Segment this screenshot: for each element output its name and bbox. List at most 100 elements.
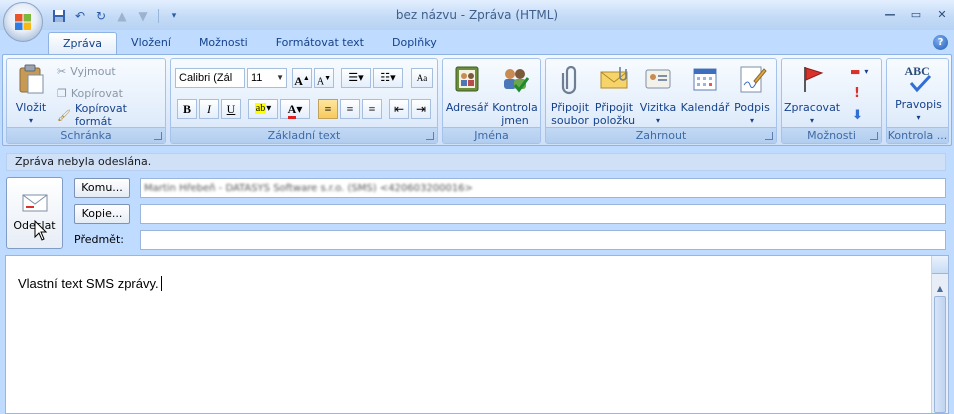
arrow-down-icon: ⬇ [852, 107, 863, 123]
text-caret [160, 276, 162, 291]
scissors-icon: ✂ [57, 64, 67, 78]
maximize-icon[interactable]: ▭ [908, 6, 924, 22]
options-launcher-icon[interactable] [870, 132, 878, 140]
attach-item-button[interactable]: Připojit položku [592, 63, 636, 127]
signature-label: Podpis [734, 101, 770, 114]
vertical-scrollbar[interactable]: ▲ [931, 256, 948, 413]
tab-options[interactable]: Možnosti [185, 32, 262, 54]
help-icon[interactable]: ? [933, 35, 948, 50]
format-painter-label: Kopírovat formát [74, 102, 127, 128]
categorize-button[interactable]: ▬ ▾ [850, 61, 868, 81]
calendar-button[interactable]: Kalendář [680, 63, 730, 114]
subject-field[interactable] [140, 230, 946, 250]
font-color-button[interactable]: A▾ [280, 99, 310, 119]
spelling-dropdown-icon[interactable]: ▾ [891, 111, 946, 124]
to-field[interactable]: Martin Hřebeň - DATASYS Software s.r.o. … [140, 178, 946, 198]
address-book-label: Adresář [445, 101, 489, 114]
underline-button[interactable]: U [221, 99, 241, 119]
close-icon[interactable]: ✕ [934, 6, 950, 22]
align-center-button[interactable]: ≡ [340, 99, 360, 119]
format-painter-button[interactable]: 🖌 Kopírovat formát [57, 102, 165, 128]
high-importance-button[interactable]: ! [854, 83, 860, 103]
ruler-toggle-icon[interactable] [932, 256, 948, 274]
subject-label: Předmět: [74, 233, 124, 246]
group-label-clipboard: Schránka [7, 127, 165, 143]
bold-button[interactable]: B [177, 99, 197, 119]
message-body[interactable]: Vlastní text SMS zprávy. ▲ [5, 255, 949, 414]
cut-label: Vyjmout [70, 64, 116, 78]
increase-indent-button[interactable]: ⇥ [411, 99, 431, 119]
tab-insert[interactable]: Vložení [117, 32, 185, 54]
check-names-label-2: jmen [501, 114, 529, 127]
address-book-button[interactable]: Adresář [445, 63, 489, 114]
chevron-down-icon: ▼ [276, 73, 284, 82]
bullets-button[interactable]: ☰▾ [341, 68, 371, 88]
clipboard-launcher-icon[interactable] [154, 132, 162, 140]
body-text: Vlastní text SMS zprávy. [18, 276, 159, 291]
cut-button[interactable]: ✂ Vyjmout [57, 61, 116, 81]
calendar-icon [693, 68, 717, 91]
attach-file-button[interactable]: Připojit soubor [548, 63, 592, 127]
group-label-proofing: Kontrola ... [887, 127, 948, 143]
format-painter-icon: 🖌 [57, 108, 71, 122]
ribbon-tabs: Zpráva Vložení Možnosti Formátovat text … [48, 32, 451, 54]
font-name-select[interactable]: Calibri (Zál [175, 68, 245, 88]
tab-format-text[interactable]: Formátovat text [262, 32, 378, 54]
scroll-thumb[interactable] [934, 296, 946, 413]
grow-font-button[interactable]: A▲ [292, 68, 312, 88]
business-card-button[interactable]: Vizitka ▾ [638, 63, 678, 127]
paste-dropdown-icon[interactable]: ▾ [11, 114, 51, 127]
styles-button[interactable]: Aa [411, 68, 433, 88]
highlight-button[interactable]: ab▾ [248, 99, 278, 119]
basic-text-launcher-icon[interactable] [426, 132, 434, 140]
tab-message[interactable]: Zpráva [48, 32, 118, 54]
font-size-select[interactable]: 11 ▼ [247, 68, 287, 88]
spelling-label: Pravopis [895, 98, 942, 111]
follow-up-button[interactable]: Zpracovat ▾ [784, 63, 840, 127]
paperclip-icon [561, 65, 577, 95]
group-label-options: Možnosti [782, 127, 881, 143]
cc-button[interactable]: Kopie... [74, 204, 130, 224]
copy-icon: ❐ [57, 86, 67, 100]
follow-up-dropdown-icon[interactable]: ▾ [784, 114, 840, 127]
align-right-button[interactable]: ≡ [362, 99, 382, 119]
check-names-button[interactable]: Kontrola jmen [491, 63, 539, 127]
group-proofing: ABC Pravopis ▾ Kontrola ... [886, 58, 949, 144]
numbering-button[interactable]: ☷▾ [373, 68, 403, 88]
align-left-button[interactable]: ≡ [318, 99, 338, 119]
business-card-icon [645, 69, 671, 89]
scroll-up-icon[interactable]: ▲ [932, 280, 948, 297]
spelling-button[interactable]: ABC Pravopis ▾ [891, 63, 946, 124]
office-button[interactable] [3, 2, 43, 42]
paste-button[interactable]: Vložit ▾ [11, 63, 51, 127]
signature-icon [740, 66, 767, 93]
group-label-basic-text: Základní text [171, 127, 437, 143]
group-label-include: Zahrnout [546, 127, 776, 143]
business-card-dropdown-icon[interactable]: ▾ [638, 114, 678, 127]
group-clipboard: Vložit ▾ ✂ Vyjmout ❐ Kopírovat 🖌 Kopírov… [6, 58, 166, 144]
attach-file-label-1: Připojit [550, 101, 590, 114]
signature-dropdown-icon[interactable]: ▾ [732, 114, 772, 127]
group-names: Adresář Kontrola jmen Jména [442, 58, 541, 144]
signature-button[interactable]: Podpis ▾ [732, 63, 772, 127]
categorize-icon: ▬ [850, 64, 861, 78]
include-launcher-icon[interactable] [765, 132, 773, 140]
group-label-names: Jména [443, 127, 540, 143]
group-basic-text: Calibri (Zál 11 ▼ A▲ A▼ ☰▾ ☷▾ Aa B I U a… [170, 58, 438, 144]
to-button[interactable]: Komu... [74, 178, 130, 198]
shrink-font-button[interactable]: A▼ [314, 68, 334, 88]
tab-add-ins[interactable]: Doplňky [378, 32, 451, 54]
italic-button[interactable]: I [199, 99, 219, 119]
decrease-indent-button[interactable]: ⇤ [389, 99, 409, 119]
font-color-icon: A [287, 102, 297, 119]
copy-button[interactable]: ❐ Kopírovat [57, 83, 123, 103]
spelling-icon: ABC [903, 63, 935, 95]
send-mail-icon [22, 194, 47, 212]
cc-field[interactable] [140, 204, 946, 224]
mouse-cursor-icon [34, 220, 48, 241]
minimize-icon[interactable]: — [882, 6, 898, 22]
to-field-value: Martin Hřebeň - DATASYS Software s.r.o. … [144, 183, 473, 194]
flag-icon [804, 67, 824, 92]
low-importance-button[interactable]: ⬇ [852, 105, 863, 125]
message-body-text: Vlastní text SMS zprávy. [18, 276, 162, 291]
